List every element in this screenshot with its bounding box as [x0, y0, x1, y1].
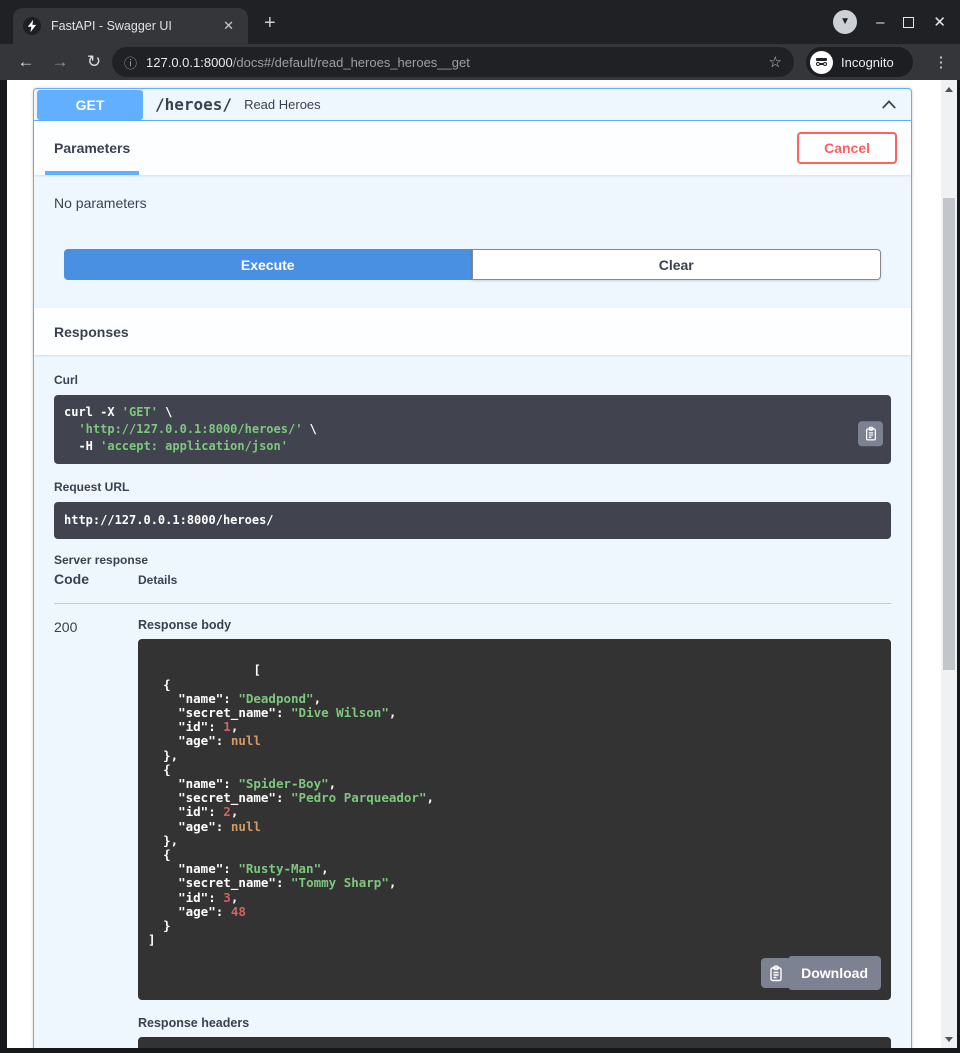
- address-bar[interactable]: ⓘ 127.0.0.1:8000/docs#/default/read_hero…: [112, 47, 794, 77]
- clear-button[interactable]: Clear: [472, 249, 882, 280]
- opblock-get-heroes: GET /heroes/ Read Heroes Parameters Canc…: [33, 88, 912, 1048]
- collapse-chevron-icon[interactable]: [877, 95, 901, 114]
- vertical-scrollbar[interactable]: [941, 80, 957, 1048]
- no-parameters-text: No parameters: [34, 175, 911, 249]
- parameters-tab-underline: [45, 171, 139, 175]
- chevron-down-icon: ▼: [840, 17, 850, 27]
- incognito-badge: Incognito: [806, 47, 913, 77]
- request-url-value: http://127.0.0.1:8000/heroes/: [54, 502, 891, 539]
- tab-title: FastAPI - Swagger UI: [51, 19, 219, 33]
- reload-button[interactable]: ↻: [80, 44, 108, 80]
- url-path: /docs#/default/read_heroes_heroes__get: [233, 55, 470, 70]
- tab-search-button[interactable]: ▼: [833, 10, 857, 34]
- browser-window: FastAPI - Swagger UI ✕ + ▼ – ✕ ← → ↻ ⓘ 1…: [0, 0, 960, 1053]
- response-body-block: [ { "name": "Deadpond", "secret_name": "…: [138, 639, 891, 1000]
- bookmark-star-icon[interactable]: ☆: [769, 53, 782, 71]
- fastapi-favicon-icon: [23, 17, 41, 35]
- parameters-title: Parameters: [54, 140, 130, 156]
- response-row-200: 200 Response body [ { "name": "Deadpond"…: [54, 604, 891, 1048]
- back-button[interactable]: ←: [12, 44, 40, 80]
- response-body-code: [ { "name": "Deadpond", "secret_name": "…: [148, 662, 434, 947]
- server-response-label: Server response: [54, 553, 891, 567]
- execute-row: Execute Clear: [34, 249, 911, 308]
- response-body-label: Response body: [138, 618, 891, 632]
- incognito-icon: [810, 51, 833, 74]
- response-table-header: Code Details: [54, 571, 891, 587]
- browser-menu-button[interactable]: ⋮: [928, 47, 954, 77]
- status-code: 200: [54, 618, 138, 1048]
- endpoint-path: /heroes/: [155, 95, 232, 114]
- curl-label: Curl: [54, 373, 891, 387]
- scroll-down-arrow[interactable]: [941, 1032, 957, 1046]
- cancel-button[interactable]: Cancel: [797, 132, 897, 164]
- tab-close-icon[interactable]: ✕: [219, 18, 238, 34]
- maximize-button[interactable]: [903, 17, 914, 28]
- browser-toolbar: ← → ↻ ⓘ 127.0.0.1:8000/docs#/default/rea…: [0, 44, 960, 80]
- responses-body: Curl curl -X 'GET' \ 'http://127.0.0.1:8…: [34, 355, 911, 1048]
- copy-response-button[interactable]: [761, 958, 791, 988]
- close-window-button[interactable]: ✕: [933, 13, 946, 31]
- forward-button[interactable]: →: [46, 44, 74, 80]
- window-controls: ▼ – ✕: [833, 0, 960, 44]
- incognito-label: Incognito: [841, 55, 894, 70]
- execute-button[interactable]: Execute: [64, 249, 472, 280]
- responses-header: Responses: [34, 308, 911, 355]
- details-column-header: Details: [138, 571, 177, 587]
- scroll-up-arrow[interactable]: [941, 82, 957, 96]
- response-headers-label: Response headers: [138, 1016, 891, 1030]
- url-host: 127.0.0.1:8000: [146, 55, 233, 70]
- download-button[interactable]: Download: [788, 956, 881, 990]
- parameters-header: Parameters Cancel: [34, 121, 911, 175]
- curl-command: curl -X 'GET' \ 'http://127.0.0.1:8000/h…: [54, 395, 891, 464]
- copy-curl-button[interactable]: [858, 421, 883, 446]
- new-tab-button[interactable]: +: [264, 13, 276, 33]
- code-column-header: Code: [54, 571, 138, 587]
- request-url-label: Request URL: [54, 480, 891, 494]
- endpoint-summary: Read Heroes: [244, 97, 321, 112]
- opblock-summary[interactable]: GET /heroes/ Read Heroes: [34, 89, 911, 121]
- response-headers-block: content-length: 205 content-type: applic…: [138, 1037, 891, 1048]
- browser-tab[interactable]: FastAPI - Swagger UI ✕: [13, 8, 248, 44]
- swagger-page: GET /heroes/ Read Heroes Parameters Canc…: [7, 80, 941, 1048]
- browser-titlebar: FastAPI - Swagger UI ✕ + ▼ – ✕: [0, 0, 960, 44]
- scrollbar-thumb[interactable]: [943, 198, 955, 670]
- responses-title: Responses: [54, 324, 129, 340]
- minimize-button[interactable]: –: [876, 14, 884, 31]
- method-badge: GET: [37, 90, 143, 120]
- site-info-icon[interactable]: ⓘ: [124, 53, 137, 72]
